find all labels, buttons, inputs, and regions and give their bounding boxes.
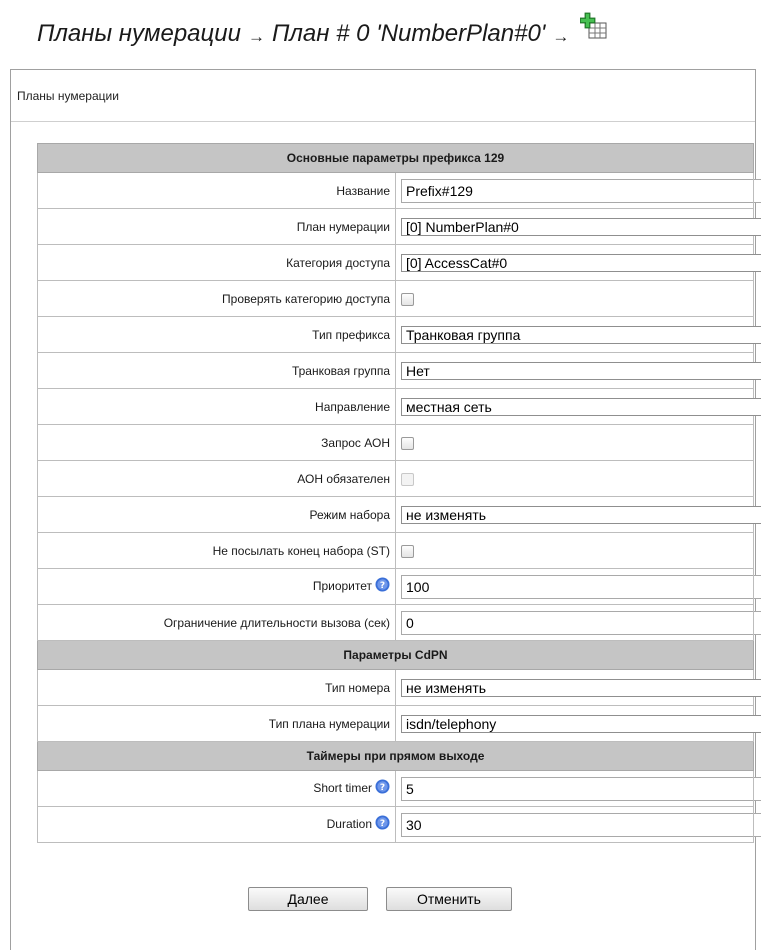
form-row-trunk-group: Транковая группа Нет▼ (37, 352, 761, 389)
form-row-direction: Направление местная сеть▼ (37, 388, 761, 425)
form-row-duration: Duration? 30 (37, 806, 761, 843)
form-row-prefix-type: Тип префикса Транковая группа▼ (37, 316, 761, 353)
prefix-type-select[interactable]: Транковая группа▼ (401, 325, 761, 344)
svg-text:?: ? (380, 783, 385, 793)
duration-input[interactable]: 30 (401, 812, 761, 837)
prefix-type-value: Транковая группа (406, 326, 521, 343)
number-plan-select[interactable]: [0] NumberPlan#0▼ (401, 217, 761, 236)
help-icon[interactable]: ? (375, 577, 390, 592)
form-row-number-plan: План нумерации [0] NumberPlan#0▼ (37, 208, 761, 245)
form-buttons: Далее Отменить (11, 887, 755, 911)
breadcrumb-arrow: → (247, 27, 265, 46)
add-table-icon[interactable] (579, 12, 608, 40)
number-plan-value: [0] NumberPlan#0 (406, 218, 519, 235)
numbering-plan-type-value: isdn/telephony (406, 715, 497, 732)
section-cdpn-title: Параметры CdPN (37, 640, 754, 670)
next-button[interactable]: Далее (248, 887, 368, 911)
form-row-short-timer: Short timer? 5 (37, 770, 761, 807)
name-input[interactable]: Prefix#129 (401, 178, 761, 203)
form-row-aon-request: Запрос АОН (37, 424, 754, 461)
check-access-category-checkbox[interactable] (401, 292, 414, 306)
breadcrumb-plan[interactable]: План # 0 'NumberPlan#0' (272, 20, 545, 48)
form-row-priority: Приоритет? 100 (37, 568, 761, 605)
direction-label: Направление (37, 388, 396, 425)
section-timers-title: Таймеры при прямом выходе (37, 741, 754, 771)
number-type-value: не изменять (406, 679, 487, 696)
direction-select[interactable]: местная сеть▼ (401, 397, 761, 416)
short-timer-label: Short timer (313, 780, 372, 795)
call-limit-label: Ограничение длительности вызова (сек) (37, 604, 396, 641)
name-label: Название (37, 172, 396, 209)
dial-mode-value: не изменять (406, 506, 487, 523)
breadcrumb-arrow: → (552, 27, 570, 46)
aon-request-label: Запрос АОН (37, 424, 396, 461)
dial-mode-label: Режим набора (37, 496, 396, 533)
panel-title: Планы нумерации (11, 70, 755, 122)
direction-value: местная сеть (406, 398, 492, 415)
priority-label: Приоритет (312, 578, 372, 593)
form-row-name: Название Prefix#129 (37, 172, 761, 209)
trunk-group-label: Транковая группа (37, 352, 396, 389)
access-category-label: Категория доступа (37, 244, 396, 281)
number-type-select[interactable]: не изменять▼ (401, 678, 761, 697)
help-icon[interactable]: ? (375, 779, 390, 794)
svg-text:?: ? (380, 819, 385, 829)
form-row-dial-mode: Режим набора не изменять▼ (37, 496, 761, 533)
no-end-dial-label: Не посылать конец набора (ST) (37, 532, 396, 569)
short-timer-input[interactable]: 5 (401, 776, 761, 801)
prefix-form-table: Основные параметры префикса 129 Название… (37, 143, 761, 843)
trunk-group-select[interactable]: Нет▼ (401, 361, 761, 380)
form-row-numbering-plan-type: Тип плана нумерации isdn/telephony▼ (37, 705, 761, 742)
aon-required-checkbox (401, 472, 414, 486)
form-row-check-access: Проверять категорию доступа (37, 280, 754, 317)
dial-mode-select[interactable]: не изменять▼ (401, 505, 761, 524)
duration-label: Duration (326, 816, 372, 831)
numbering-plans-panel: Планы нумерации Основные параметры префи… (10, 69, 761, 950)
prefix-type-label: Тип префикса (37, 316, 396, 353)
svg-text:?: ? (380, 581, 385, 591)
breadcrumb: Планы нумерации → План # 0 'NumberPlan#0… (37, 12, 608, 56)
aon-required-label: АОН обязателен (37, 460, 396, 497)
form-row-number-type: Тип номера не изменять▼ (37, 669, 761, 706)
no-end-dial-checkbox[interactable] (401, 544, 414, 558)
numbering-plan-type-label: Тип плана нумерации (37, 705, 396, 742)
trunk-group-value: Нет (406, 362, 430, 379)
breadcrumb-numbering-plans[interactable]: Планы нумерации (37, 20, 241, 48)
call-limit-input[interactable]: 0 (401, 610, 761, 635)
cancel-button[interactable]: Отменить (386, 887, 512, 911)
numbering-plan-type-select[interactable]: isdn/telephony▼ (401, 714, 761, 733)
section-main-title: Основные параметры префикса 129 (37, 143, 754, 173)
form-row-call-limit: Ограничение длительности вызова (сек) 0 (37, 604, 761, 641)
aon-request-checkbox[interactable] (401, 436, 414, 450)
form-row-aon-required: АОН обязателен (37, 460, 754, 497)
check-access-category-label: Проверять категорию доступа (37, 280, 396, 317)
access-category-value: [0] AccessCat#0 (406, 254, 508, 271)
number-type-label: Тип номера (37, 669, 396, 706)
priority-input[interactable]: 100 (401, 574, 761, 599)
help-icon[interactable]: ? (375, 815, 390, 830)
form-row-no-end-dial: Не посылать конец набора (ST) (37, 532, 754, 569)
form-row-access-category: Категория доступа [0] AccessCat#0▼ (37, 244, 761, 281)
access-category-select[interactable]: [0] AccessCat#0▼ (401, 253, 761, 272)
number-plan-label: План нумерации (37, 208, 396, 245)
